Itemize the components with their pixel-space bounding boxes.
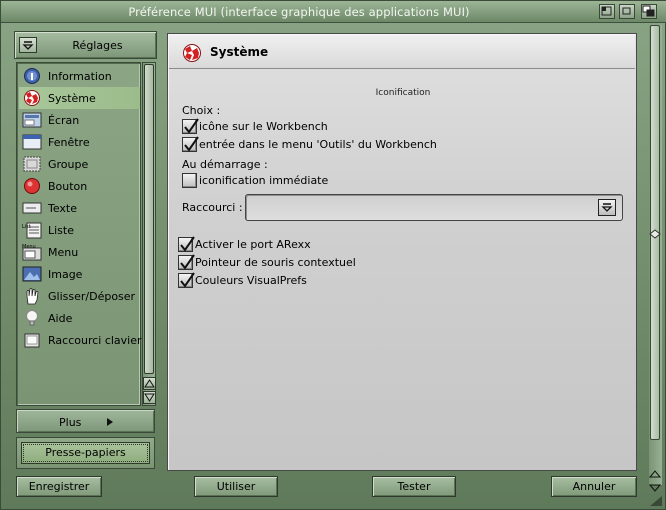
plus-button[interactable]: Plus: [16, 409, 155, 433]
window-title: Préférence MUI (interface graphique des …: [128, 5, 470, 19]
boing-ball-icon: [182, 43, 202, 66]
zoom-icon: [601, 6, 612, 16]
panel-header: Système: [169, 35, 635, 69]
title-bar[interactable]: Préférence MUI (interface graphique des …: [1, 1, 666, 23]
shortcut-label: Raccourci :: [182, 201, 243, 214]
startup-label: Au démarrage :: [182, 158, 268, 171]
iconify-icon: [622, 7, 631, 15]
option-label: icône sur le Workbench: [199, 120, 328, 133]
reglages-menu-button[interactable]: Réglages: [14, 31, 157, 59]
depth-icon: [642, 5, 655, 17]
window-icon: [22, 133, 42, 151]
sidebar-item-aide[interactable]: Aide: [19, 307, 140, 329]
choix-label: Choix :: [182, 104, 221, 117]
checkbox[interactable]: [178, 236, 195, 252]
plus-label: Plus: [59, 416, 82, 429]
boing-ball-icon: [22, 89, 42, 107]
clipboard-group: Presse-papiers: [16, 437, 155, 469]
category-list-scrollbar[interactable]: [142, 62, 156, 406]
scroll-down-button[interactable]: [143, 391, 156, 404]
sidebar: Réglages Information Système Écran Fenêt…: [14, 31, 159, 471]
shortcut-field[interactable]: [245, 194, 623, 221]
mui-prefs-window: Préférence MUI (interface graphique des …: [0, 0, 666, 510]
arrow-down-icon: [144, 393, 155, 402]
sidebar-item-texte[interactable]: Texte: [19, 197, 140, 219]
checkmark-icon: [180, 254, 195, 270]
list-icon: List: [22, 221, 42, 239]
hand-icon: [22, 287, 42, 305]
test-button[interactable]: Tester: [372, 476, 456, 497]
bulb-icon: [22, 309, 42, 327]
dropdown-icon: [19, 37, 37, 53]
arrow-down-icon: [649, 484, 661, 492]
option-label: Activer le port ARexx: [195, 238, 311, 251]
sidebar-item-glisser-deposer[interactable]: Glisser/Déposer: [19, 285, 140, 307]
sidebar-item-image[interactable]: Image: [19, 263, 140, 285]
sidebar-item-systeme[interactable]: Système: [19, 87, 140, 109]
option-pointeur-contextuel[interactable]: Pointeur de souris contextuel: [178, 254, 356, 270]
checkbox[interactable]: [178, 272, 195, 288]
svg-text:List: List: [22, 224, 31, 230]
scrollbar-thumb[interactable]: [144, 64, 154, 374]
sidebar-item-ecran[interactable]: Écran: [19, 109, 140, 131]
shortcut-popup-button[interactable]: [598, 199, 616, 216]
arrow-up-icon: [649, 470, 661, 478]
group-icon: [22, 155, 42, 173]
sidebar-item-menu[interactable]: Menu Menu: [19, 241, 140, 263]
option-arexx[interactable]: Activer le port ARexx: [178, 236, 311, 252]
image-icon: [22, 265, 42, 283]
option-label: Pointeur de souris contextuel: [195, 256, 356, 269]
dropdown-icon: [601, 203, 613, 212]
checkbox[interactable]: [182, 136, 199, 152]
checkmark-icon: [180, 272, 195, 288]
key-icon: [22, 331, 42, 349]
checkbox[interactable]: [178, 254, 195, 270]
sidebar-item-raccourci-clavier[interactable]: Raccourci clavier: [19, 329, 142, 351]
arrow-right-icon: [107, 418, 113, 426]
sidebar-item-groupe[interactable]: Groupe: [19, 153, 140, 175]
sidebar-item-fenetre[interactable]: Fenêtre: [19, 131, 140, 153]
panel-title: Système: [210, 45, 269, 59]
button-icon: [22, 177, 42, 195]
depth-button[interactable]: [641, 4, 657, 19]
sidebar-item-information[interactable]: Information: [19, 65, 140, 87]
svg-text:Menu: Menu: [22, 244, 36, 250]
checkmark-icon: [184, 118, 199, 134]
arrow-up-icon: [144, 379, 155, 388]
sidebar-item-bouton[interactable]: Bouton: [19, 175, 140, 197]
option-label: Couleurs VisualPrefs: [195, 274, 307, 287]
option-icone-workbench[interactable]: icône sur le Workbench: [182, 118, 328, 134]
save-button[interactable]: Enregistrer: [16, 476, 102, 497]
checkmark-icon: [180, 236, 195, 252]
arrow-diamond-icon: [649, 229, 661, 239]
option-iconification-immediate[interactable]: iconification immédiate: [182, 173, 328, 188]
scroll-up-button[interactable]: [143, 377, 156, 390]
cancel-button[interactable]: Annuler: [551, 476, 637, 497]
checkbox[interactable]: [182, 173, 197, 188]
window-scrollbar[interactable]: [649, 25, 662, 492]
settings-panel: Système Iconification Choix : icône sur …: [167, 33, 637, 471]
option-label: iconification immédiate: [199, 174, 329, 187]
zoom-button[interactable]: [599, 4, 615, 19]
iconification-group-title: Iconification: [375, 88, 431, 98]
menu-icon: Menu: [22, 243, 42, 261]
text-icon: [22, 199, 42, 217]
reglages-label: Réglages: [72, 39, 123, 52]
screen-icon: [22, 111, 42, 129]
resize-grip-icon[interactable]: [649, 495, 663, 507]
option-menu-outils[interactable]: entrée dans le menu 'Outils' du Workbenc…: [182, 136, 437, 152]
sidebar-item-liste[interactable]: List Liste: [19, 219, 140, 241]
use-button[interactable]: Utiliser: [194, 476, 278, 497]
clipboard-button[interactable]: Presse-papiers: [21, 442, 150, 464]
info-icon: [22, 67, 42, 85]
iconify-button[interactable]: [619, 4, 635, 19]
option-visualprefs[interactable]: Couleurs VisualPrefs: [178, 272, 307, 288]
checkmark-icon: [184, 136, 199, 152]
option-label: entrée dans le menu 'Outils' du Workbenc…: [199, 138, 437, 151]
category-list[interactable]: Information Système Écran Fenêtre Groupe…: [16, 62, 142, 406]
checkbox[interactable]: [182, 118, 199, 134]
